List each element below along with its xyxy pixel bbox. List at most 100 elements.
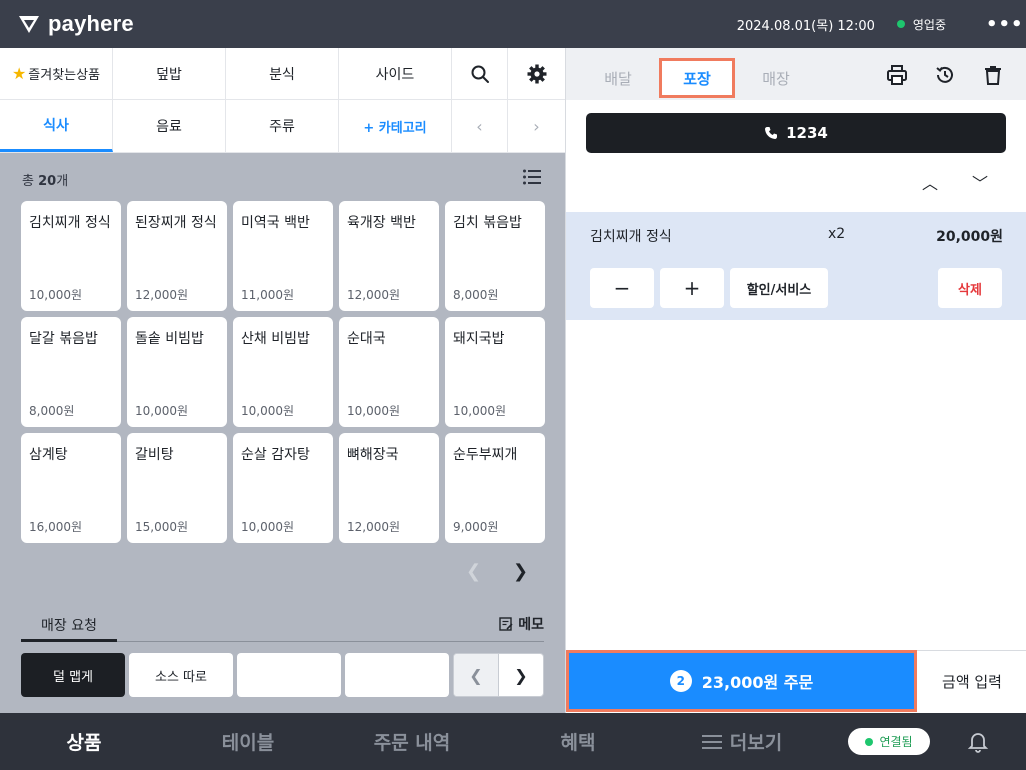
delete-item-button[interactable]: 삭제 (938, 268, 1002, 308)
request-pager: ❮ ❯ (453, 653, 544, 697)
customer-phone-bar[interactable]: 1234 (586, 113, 1006, 153)
bottom-nav: 상품 테이블 주문 내역 혜택 더보기 연결됨 (0, 713, 1026, 770)
product-name: 갈비탕 (135, 447, 174, 463)
category-drinks[interactable]: 음료 (113, 100, 226, 152)
category-prev-button[interactable]: ‹ (452, 100, 508, 152)
list-view-icon[interactable] (522, 168, 542, 186)
product-price: 12,000원 (347, 288, 401, 302)
brand-logo: payhere (18, 11, 134, 37)
category-meal[interactable]: 식사 (0, 100, 113, 152)
printer-icon[interactable] (886, 64, 908, 86)
order-panel: 배달 포장 매장 1234 ︿ ﹀ 김치찌개 정식 x2 20,000원 − +… (565, 48, 1026, 713)
gear-icon (527, 64, 546, 83)
product-card[interactable]: 뼈해장국 12,000원 (339, 433, 439, 543)
tab-store-request[interactable]: 매장 요청 (21, 610, 117, 642)
product-card[interactable]: 순대국 10,000원 (339, 317, 439, 427)
increase-qty-button[interactable]: + (660, 268, 724, 308)
nav-benefits[interactable]: 혜택 (518, 713, 638, 770)
order-item-name: 김치찌개 정식 (590, 229, 672, 245)
product-name: 뼈해장국 (347, 447, 399, 463)
tab-dine-in[interactable]: 매장 (738, 58, 814, 98)
search-icon (471, 65, 489, 83)
connection-dot-icon (865, 737, 874, 746)
product-page-prev-icon[interactable]: ❮ (466, 561, 481, 582)
order-total-label: 23,000원 주문 (701, 673, 814, 692)
nav-products[interactable]: 상품 (24, 713, 144, 770)
product-card[interactable]: 된장찌개 정식 12,000원 (127, 201, 227, 311)
product-card[interactable]: 돼지국밥 10,000원 (445, 317, 545, 427)
settings-button[interactable] (508, 48, 565, 99)
product-name: 미역국 백반 (241, 215, 310, 231)
payhere-logo-icon (19, 16, 39, 33)
tab-delivery[interactable]: 배달 (580, 58, 656, 98)
product-card[interactable]: 돌솥 비빔밥 10,000원 (127, 317, 227, 427)
category-liquor[interactable]: 주류 (226, 100, 339, 152)
product-card[interactable]: 미역국 백반 11,000원 (233, 201, 333, 311)
product-name: 순대국 (347, 331, 386, 347)
request-less-spicy[interactable]: 덜 맵게 (21, 653, 125, 697)
decrease-qty-button[interactable]: − (590, 268, 654, 308)
nav-more[interactable]: 더보기 (682, 713, 802, 770)
product-grid: 김치찌개 정식 10,000원 된장찌개 정식 12,000원 미역국 백반 11,0… (21, 201, 551, 543)
product-price: 12,000원 (135, 288, 189, 302)
request-sauce-separate[interactable]: 소스 따로 (129, 653, 233, 697)
search-button[interactable] (452, 48, 508, 99)
bell-icon[interactable] (966, 729, 990, 753)
chevron-right-icon: › (533, 116, 540, 136)
category-next-button[interactable]: › (508, 100, 565, 152)
memo-icon (499, 617, 513, 631)
tab-takeout[interactable]: 포장 (659, 58, 735, 98)
category-row-2: 식사 음료 주류 + 카테고리 ‹ › (0, 100, 565, 153)
add-category-button[interactable]: + 카테고리 (339, 100, 452, 152)
category-deopbap[interactable]: 덮밥 (113, 48, 226, 99)
product-price: 10,000원 (241, 520, 295, 534)
chevron-right-icon: ❯ (514, 665, 528, 685)
product-price: 12,000원 (347, 520, 401, 534)
customer-phone: 1234 (786, 124, 828, 142)
chevron-left-icon: ❮ (469, 665, 483, 685)
nav-tables[interactable]: 테이블 (188, 713, 308, 770)
request-tabs: 매장 요청 메모 (21, 610, 544, 642)
product-price: 15,000원 (135, 520, 189, 534)
product-card[interactable]: 갈비탕 15,000원 (127, 433, 227, 543)
product-price: 10,000원 (29, 288, 83, 302)
product-name: 김치 볶음밥 (453, 215, 522, 231)
product-panel: ★ 즐겨찾는상품 덮밥 분식 사이드 식사 음료 주류 + 카테고리 ‹ › 총… (0, 48, 565, 713)
category-bunsik[interactable]: 분식 (226, 48, 339, 99)
product-card[interactable]: 산채 비빔밥 10,000원 (233, 317, 333, 427)
menu-icon (701, 734, 722, 749)
connection-status-badge: 연결됨 (848, 728, 930, 755)
product-card[interactable]: 순두부찌개 9,000원 (445, 433, 545, 543)
request-next-button[interactable]: ❯ (499, 654, 543, 696)
product-card[interactable]: 달갈 볶음밥 8,000원 (21, 317, 121, 427)
memo-label: 메모 (518, 617, 544, 633)
phone-icon (765, 127, 778, 139)
more-dots-icon[interactable]: ••• (986, 14, 1023, 35)
request-empty-slot[interactable] (237, 653, 341, 697)
product-card[interactable]: 삼계탕 16,000원 (21, 433, 121, 543)
product-price: 16,000원 (29, 520, 83, 534)
trash-icon[interactable] (982, 64, 1004, 86)
category-row-1: ★ 즐겨찾는상품 덮밥 분식 사이드 (0, 48, 565, 100)
product-card[interactable]: 육개장 백반 12,000원 (339, 201, 439, 311)
product-page-next-icon[interactable]: ❯ (513, 561, 528, 582)
product-name: 돼지국밥 (453, 331, 505, 347)
chevron-up-icon[interactable]: ︿ (922, 170, 938, 194)
request-empty-slot[interactable] (345, 653, 449, 697)
place-order-button[interactable]: 2 23,000원 주문 (566, 650, 917, 712)
order-line-item[interactable]: 김치찌개 정식 x2 20,000원 − + 할인/서비스 삭제 (566, 212, 1026, 320)
history-icon[interactable] (934, 64, 956, 86)
store-status-label: 영업중 (912, 17, 946, 32)
category-side[interactable]: 사이드 (339, 48, 452, 99)
brand-name: payhere (48, 11, 134, 36)
product-card[interactable]: 순살 감자탕 10,000원 (233, 433, 333, 543)
category-favorites[interactable]: ★ 즐겨찾는상품 (0, 48, 113, 99)
memo-button[interactable]: 메모 (499, 614, 544, 634)
product-card[interactable]: 김치 볶음밥 8,000원 (445, 201, 545, 311)
product-card[interactable]: 김치찌개 정식 10,000원 (21, 201, 121, 311)
request-prev-button[interactable]: ❮ (454, 654, 499, 696)
chevron-down-icon[interactable]: ﹀ (972, 170, 988, 194)
amount-input-button[interactable]: 금액 입력 (917, 650, 1026, 712)
discount-service-button[interactable]: 할인/서비스 (730, 268, 828, 308)
nav-order-history[interactable]: 주문 내역 (352, 713, 472, 770)
